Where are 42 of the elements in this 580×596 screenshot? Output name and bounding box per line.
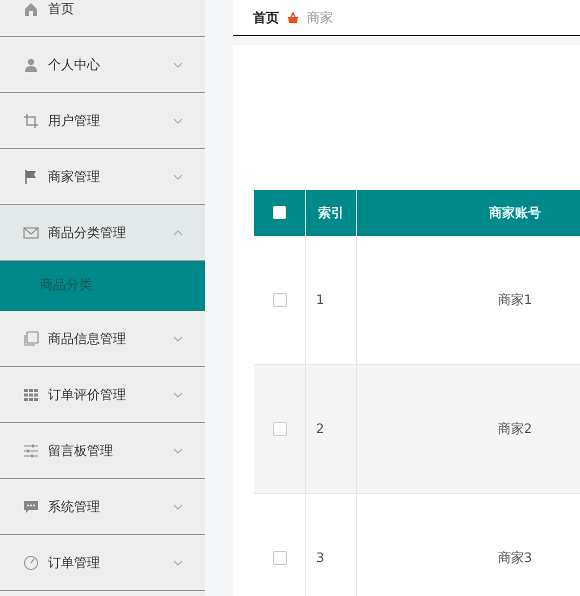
table-cell: 3 [306, 494, 356, 596]
chevron-down-icon [173, 118, 183, 124]
gauge-icon [23, 554, 39, 570]
menu-label: 系统管理 [48, 498, 101, 516]
menu-label: 个人中心 [48, 56, 101, 74]
menu-label: 留言板管理 [48, 442, 114, 460]
chat-icon [23, 498, 39, 514]
chevron-down-icon [173, 504, 183, 510]
chevron-down-icon [173, 392, 183, 398]
menu-label: 订单管理 [48, 554, 101, 572]
breadcrumb-link[interactable]: 首页 [253, 8, 279, 26]
menu-label: 商家管理 [48, 168, 101, 186]
select-all-checkbox[interactable] [273, 206, 286, 220]
basket-icon [287, 12, 299, 24]
person-icon [23, 56, 39, 72]
row-checkbox[interactable] [272, 550, 286, 565]
crop-icon [23, 112, 39, 128]
menu-label: 首页 [48, 0, 75, 18]
chevron-down-icon [173, 62, 183, 68]
menu-label: 订单评价管理 [48, 386, 127, 404]
chevron-down-icon [173, 336, 183, 342]
chevron-down-icon [173, 560, 183, 566]
chevron-down-icon [173, 448, 183, 454]
sliders-icon [23, 442, 39, 458]
grid-icon [23, 386, 39, 402]
envelope-icon [23, 224, 39, 240]
menu-label: 商品信息管理 [48, 330, 127, 348]
column-header: 索引 [306, 190, 356, 236]
row-checkbox[interactable] [272, 292, 286, 307]
copy-icon [23, 330, 39, 346]
menu-label: 商品分类管理 [48, 224, 127, 242]
row-checkbox[interactable] [272, 422, 286, 436]
column-header: 商家账号 [356, 190, 580, 236]
home-icon [23, 0, 39, 16]
menu-item[interactable]: 商品分类管理 [0, 205, 205, 261]
table-cell: 商家2 [356, 364, 580, 494]
table-cell: 商家3 [356, 494, 580, 596]
chevron-up-icon [173, 230, 183, 236]
flag-icon [23, 168, 39, 184]
menu-label: 用户管理 [48, 112, 101, 130]
chevron-down-icon [173, 174, 183, 180]
table-cell: 2 [306, 364, 356, 494]
